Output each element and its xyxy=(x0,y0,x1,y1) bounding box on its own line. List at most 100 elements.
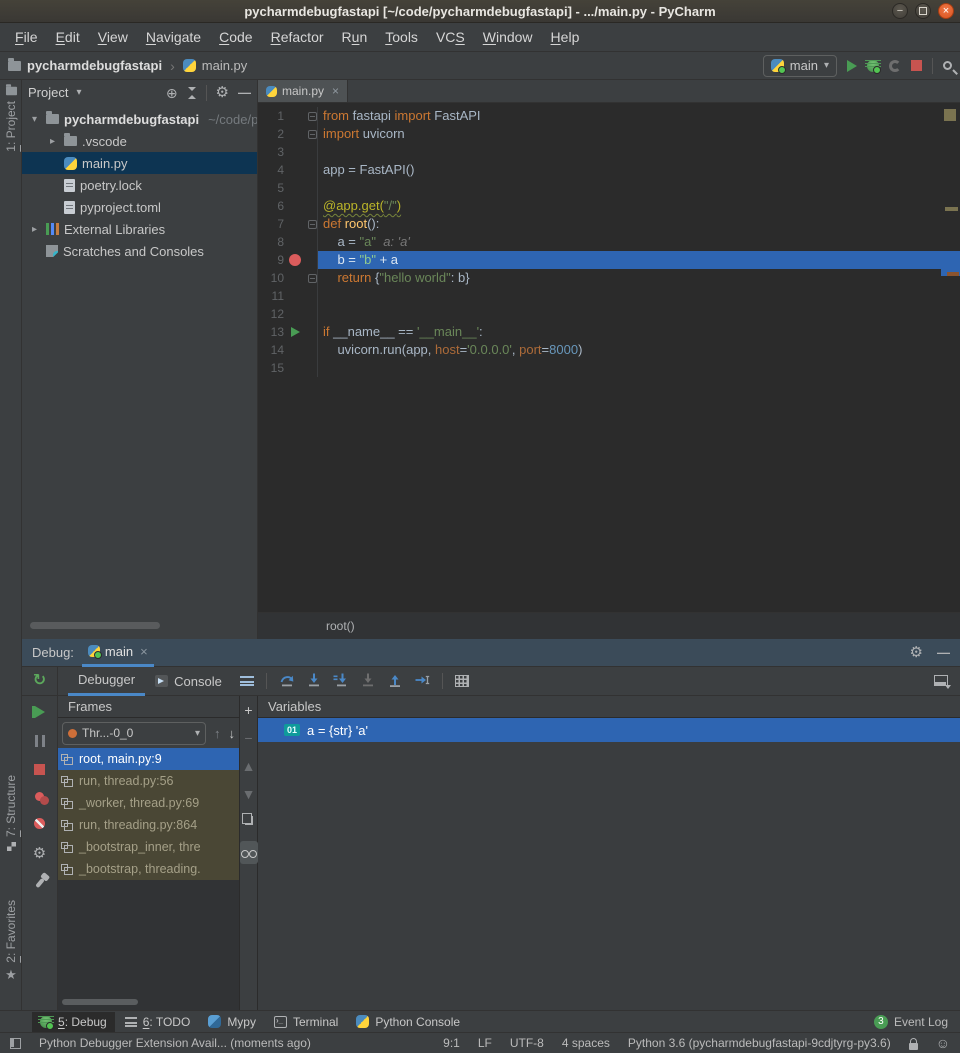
run-line-icon[interactable] xyxy=(284,323,306,341)
hide-panel-icon[interactable]: — xyxy=(937,645,950,660)
gear-icon[interactable]: ⚙ xyxy=(910,645,923,660)
menu-file[interactable]: File xyxy=(6,29,47,45)
coverage-button[interactable] xyxy=(889,60,901,72)
copy-icon[interactable] xyxy=(245,816,253,825)
fold-marker[interactable] xyxy=(306,125,318,143)
stack-frame[interactable]: run, thread.py:56 xyxy=(58,770,239,792)
line-number[interactable]: 2 xyxy=(258,125,284,143)
breakpoint-icon[interactable] xyxy=(284,251,306,269)
stop-button[interactable] xyxy=(911,60,922,71)
menu-refactor[interactable]: Refactor xyxy=(262,29,333,45)
menu-code[interactable]: Code xyxy=(210,29,261,45)
code-line-12[interactable]: 12 xyxy=(258,305,960,323)
tree-item-pyproject-toml[interactable]: pyproject.toml xyxy=(22,196,257,218)
status-caret-position[interactable]: 9:1 xyxy=(443,1036,460,1050)
run-configuration-select[interactable]: main ▾ xyxy=(763,55,837,77)
chevron-collapsed-icon[interactable]: ▸ xyxy=(28,224,41,235)
collapse-all-icon[interactable] xyxy=(187,87,197,99)
search-icon[interactable] xyxy=(943,61,952,70)
tree-item--vscode[interactable]: ▸.vscode xyxy=(22,130,257,152)
status-message[interactable]: Python Debugger Extension Avail... (mome… xyxy=(39,1036,311,1050)
code-line-14[interactable]: 14 uvicorn.run(app, host='0.0.0.0', port… xyxy=(258,341,960,359)
code-line-4[interactable]: 4app = FastAPI() xyxy=(258,161,960,179)
close-tab-icon[interactable]: × xyxy=(332,84,339,98)
stack-frame[interactable]: root, main.py:9 xyxy=(58,748,239,770)
line-number[interactable]: 3 xyxy=(258,143,284,161)
chevron-collapsed-icon[interactable]: ▸ xyxy=(46,136,59,147)
evaluate-expression-icon[interactable] xyxy=(455,675,469,687)
add-watch-icon[interactable]: + xyxy=(244,704,252,716)
unlock-icon[interactable] xyxy=(909,1043,918,1050)
layout-settings-icon[interactable] xyxy=(240,676,254,686)
code-line-7[interactable]: 7def root(): xyxy=(258,215,960,233)
event-log-button[interactable]: 3Event Log xyxy=(874,1015,960,1029)
line-number[interactable]: 11 xyxy=(258,287,284,305)
tree-item-scratches-and-consoles[interactable]: Scratches and Consoles xyxy=(22,240,257,262)
gear-icon[interactable]: ⚙ xyxy=(216,85,229,100)
menu-window[interactable]: Window xyxy=(474,29,542,45)
stack-frame[interactable]: _bootstrap, threading. xyxy=(58,858,239,880)
menu-edit[interactable]: Edit xyxy=(47,29,89,45)
toggle-toolwindows-icon[interactable] xyxy=(10,1038,21,1049)
horizontal-scrollbar[interactable] xyxy=(30,622,160,629)
debug-session-tab[interactable]: main × xyxy=(82,639,154,667)
inspection-indicator[interactable] xyxy=(944,109,956,121)
view-breakpoints-icon[interactable] xyxy=(35,792,44,801)
tree-item-pycharmdebugfastapi[interactable]: ▾pycharmdebugfastapi~/code/pycharmdebugf… xyxy=(22,108,257,130)
step-out-icon[interactable] xyxy=(387,672,403,691)
code-editor[interactable]: 1from fastapi import FastAPI2import uvic… xyxy=(258,103,960,612)
line-number[interactable]: 10 xyxy=(258,269,284,287)
code-line-10[interactable]: 10 return {"hello world": b} xyxy=(258,269,960,287)
line-number[interactable]: 15 xyxy=(258,359,284,377)
toolwindow-button-terminal[interactable]: Terminal xyxy=(266,1012,346,1032)
line-number[interactable]: 5 xyxy=(258,179,284,197)
close-session-icon[interactable]: × xyxy=(140,644,148,659)
step-into-icon[interactable] xyxy=(306,672,322,691)
code-line-3[interactable]: 3 xyxy=(258,143,960,161)
line-number[interactable]: 7 xyxy=(258,215,284,233)
menu-view[interactable]: View xyxy=(89,29,137,45)
thread-selector[interactable]: Thr...-0_0 ▾ xyxy=(62,722,206,745)
tree-item-external-libraries[interactable]: ▸External Libraries xyxy=(22,218,257,240)
stack-frame[interactable]: _worker, thread.py:69 xyxy=(58,792,239,814)
fold-marker[interactable] xyxy=(306,269,318,287)
variable-row[interactable]: 01a = {str} 'a' xyxy=(258,718,960,742)
stripe-structure-button[interactable]: 7: Structure xyxy=(0,775,22,851)
line-number[interactable]: 8 xyxy=(258,233,284,251)
debug-tab-debugger[interactable]: Debugger xyxy=(68,667,145,696)
menu-navigate[interactable]: Navigate xyxy=(137,29,210,45)
toolwindow-button-5--debug[interactable]: 5: Debug xyxy=(32,1012,115,1032)
menu-run[interactable]: Run xyxy=(333,29,377,45)
minimize-window-icon[interactable]: − xyxy=(892,3,908,19)
toolwindow-button-mypy[interactable]: Mypy xyxy=(200,1012,264,1032)
status-line-separator[interactable]: LF xyxy=(478,1036,492,1050)
fold-marker[interactable] xyxy=(306,215,318,233)
debug-button[interactable] xyxy=(867,60,879,72)
hide-panel-icon[interactable]: — xyxy=(238,85,251,100)
toolwindow-button-python-console[interactable]: Python Console xyxy=(348,1012,468,1032)
code-line-1[interactable]: 1from fastapi import FastAPI xyxy=(258,107,960,125)
line-number[interactable]: 13 xyxy=(258,323,284,341)
breadcrumb-function[interactable]: root() xyxy=(326,619,355,633)
step-into-my-code-icon[interactable] xyxy=(333,672,349,691)
resume-icon[interactable] xyxy=(35,706,45,718)
breakpoint-stripe-mark[interactable] xyxy=(947,272,959,276)
pause-icon[interactable] xyxy=(35,735,45,747)
mute-breakpoints-icon[interactable] xyxy=(34,818,45,829)
run-button[interactable] xyxy=(847,60,857,72)
editor-tab-mainpy[interactable]: main.py × xyxy=(258,80,348,102)
menu-help[interactable]: Help xyxy=(542,29,589,45)
horizontal-scrollbar[interactable] xyxy=(62,999,138,1005)
stop-icon[interactable] xyxy=(34,764,45,775)
code-line-2[interactable]: 2import uvicorn xyxy=(258,125,960,143)
code-line-13[interactable]: 13if __name__ == '__main__': xyxy=(258,323,960,341)
code-line-9[interactable]: 9 b = "b" + a xyxy=(258,251,960,269)
code-line-6[interactable]: 6@app.get("/") xyxy=(258,197,960,215)
show-watches-toggle[interactable] xyxy=(240,841,258,864)
breadcrumb-project[interactable]: pycharmdebugfastapi xyxy=(27,58,162,73)
code-line-5[interactable]: 5 xyxy=(258,179,960,197)
locate-file-icon[interactable]: ⊕ xyxy=(166,86,178,100)
line-number[interactable]: 12 xyxy=(258,305,284,323)
chevron-expanded-icon[interactable]: ▾ xyxy=(28,114,41,125)
run-to-cursor-icon[interactable] xyxy=(414,672,430,691)
